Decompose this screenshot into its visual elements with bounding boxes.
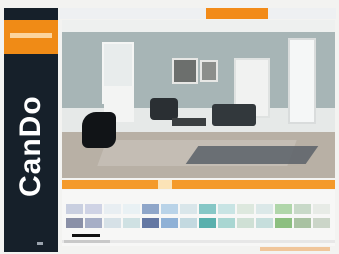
nav-tab-2[interactable] [122, 8, 192, 19]
nav-tab-1[interactable] [60, 8, 120, 19]
color-swatch[interactable] [104, 218, 121, 228]
color-swatch[interactable] [85, 204, 102, 214]
color-swatch[interactable] [199, 204, 216, 214]
color-swatch[interactable] [256, 204, 273, 214]
toolbar-item-1[interactable] [66, 180, 94, 189]
armchair [82, 112, 116, 148]
color-swatch[interactable] [294, 218, 311, 228]
room-visualizer[interactable] [62, 20, 335, 178]
brand-strip-label [10, 33, 52, 38]
palette-scrollbar[interactable] [62, 240, 335, 243]
color-swatch[interactable] [66, 218, 83, 228]
color-swatch[interactable] [237, 218, 254, 228]
brand-rail: CanDo [4, 8, 58, 252]
color-swatch[interactable] [85, 218, 102, 228]
color-swatch[interactable] [294, 204, 311, 214]
color-swatch[interactable] [180, 218, 197, 228]
color-swatch[interactable] [104, 204, 121, 214]
color-swatch[interactable] [275, 204, 292, 214]
side-chair [150, 98, 178, 120]
ceiling-area [62, 20, 335, 32]
palette-scroll-thumb[interactable] [64, 240, 110, 243]
color-swatch[interactable] [218, 204, 235, 214]
color-swatch[interactable] [256, 218, 273, 228]
color-swatch[interactable] [237, 204, 254, 214]
color-swatch[interactable] [199, 218, 216, 228]
toolbar-item-5[interactable] [174, 180, 218, 189]
toolbar-item-6[interactable] [242, 180, 302, 189]
rug [185, 146, 319, 164]
coffee-table [172, 118, 206, 126]
color-swatch[interactable] [66, 204, 83, 214]
sofa [212, 104, 256, 126]
color-swatch[interactable] [218, 218, 235, 228]
color-swatch[interactable] [142, 218, 159, 228]
selected-swatch-indicator [72, 234, 100, 237]
color-swatch[interactable] [313, 204, 330, 214]
color-swatch[interactable] [313, 218, 330, 228]
color-swatch[interactable] [275, 218, 292, 228]
color-swatch[interactable] [161, 204, 178, 214]
cando-logo: CanDo [14, 95, 47, 197]
wall-art-1 [172, 58, 198, 84]
footer-link[interactable] [260, 247, 330, 251]
nav-tab-active[interactable] [206, 8, 268, 19]
color-swatch[interactable] [123, 218, 140, 228]
color-palette [62, 190, 335, 246]
toolbar-item-3[interactable] [126, 180, 156, 189]
brand-strip [4, 20, 58, 54]
color-swatch[interactable] [123, 204, 140, 214]
color-swatch[interactable] [180, 204, 197, 214]
toolbar-item-active[interactable] [158, 180, 172, 189]
wall-art-2 [200, 60, 218, 82]
rail-indicator [37, 242, 43, 245]
nav-tab-4[interactable] [272, 8, 334, 19]
top-nav [60, 8, 336, 19]
color-swatch[interactable] [142, 204, 159, 214]
color-toolbar [62, 180, 335, 189]
toolbar-item-2[interactable] [96, 180, 124, 189]
app-window: CanDo [0, 0, 339, 254]
color-swatch[interactable] [161, 218, 178, 228]
window-right [288, 38, 316, 124]
